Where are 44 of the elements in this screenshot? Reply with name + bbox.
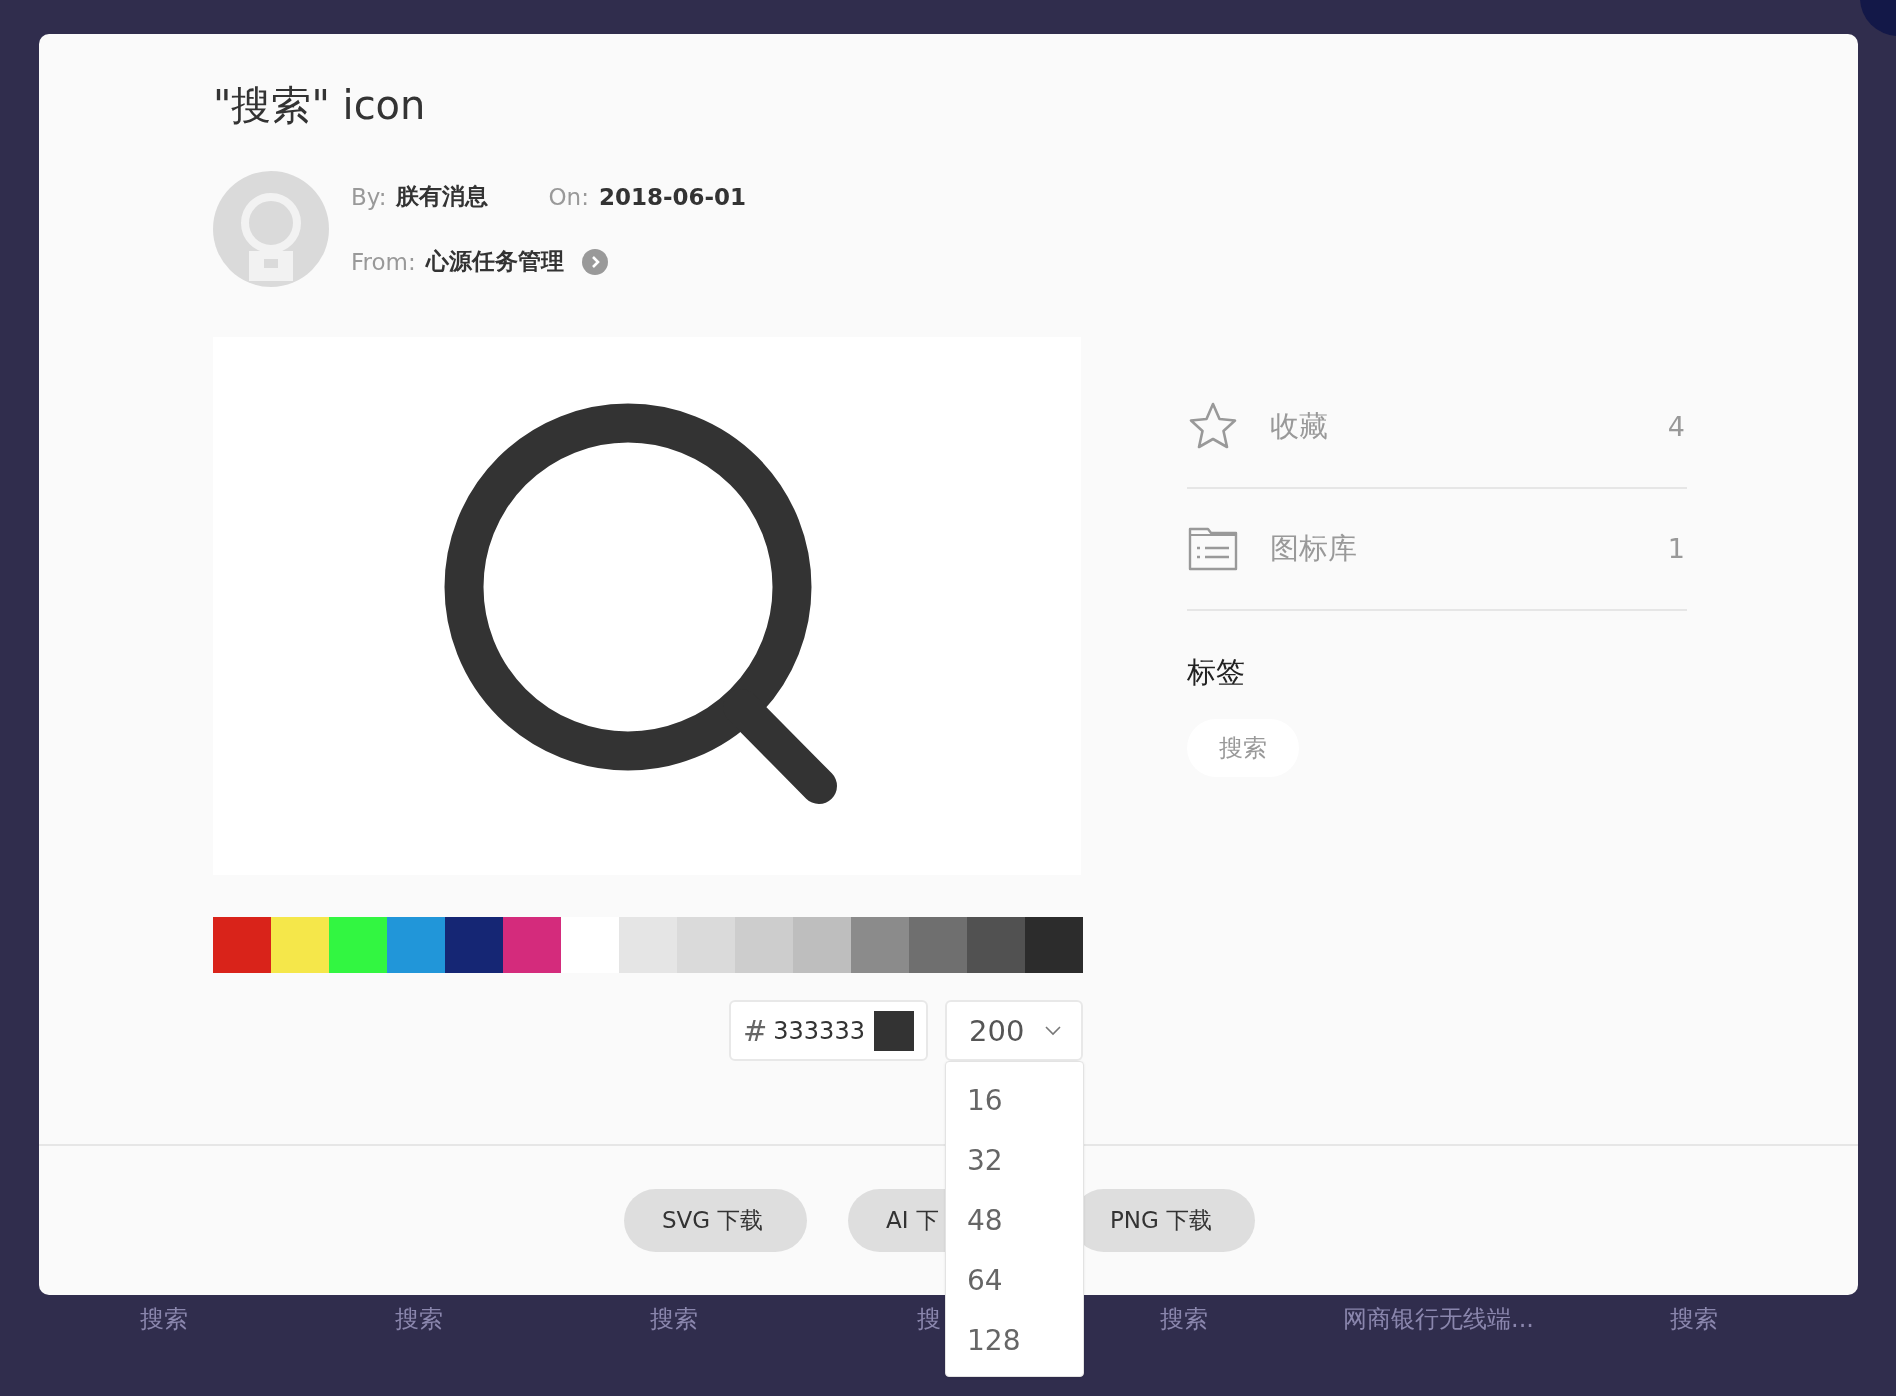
size-option[interactable]: 16 [946,1070,1083,1130]
chevron-right-icon[interactable] [581,248,608,275]
stat-count: 1 [1667,533,1685,564]
background-icon-label: 搜索 [1158,1304,1209,1335]
magnifier-icon [444,403,837,804]
color-swatch[interactable] [271,917,329,973]
size-option[interactable]: 128 [946,1310,1083,1370]
color-swatch[interactable] [909,917,967,973]
background-icon-label: 搜 [915,1304,942,1335]
color-swatch[interactable] [851,917,909,973]
background-icon-label: 搜索 [138,1304,189,1335]
background-icon-label: 搜索 [648,1304,699,1335]
color-swatch[interactable] [445,917,503,973]
color-swatch[interactable] [619,917,677,973]
by-label: By: [351,183,387,210]
color-swatch[interactable] [561,917,619,973]
stat-label: 图标库 [1270,530,1358,567]
stat-label: 收藏 [1270,408,1329,445]
color-input-field[interactable]: # 333333 [729,1000,928,1061]
date-value: 2018-06-01 [598,183,747,210]
chevron-down-icon [1045,1025,1061,1036]
download-button[interactable]: SVG 下载 [624,1189,807,1252]
color-swatch[interactable] [793,917,851,973]
background-icon-label: 搜索 [393,1304,444,1335]
color-swatch[interactable] [503,917,561,973]
stat-count: 4 [1667,411,1685,442]
color-swatch[interactable] [387,917,445,973]
background-icon-label: 搜索 [1668,1304,1719,1335]
from-label: From: [351,248,416,275]
page-title: "搜索" icon [213,81,427,129]
author-name: 朕有消息 [396,182,489,211]
size-select[interactable]: 200 [945,1000,1083,1061]
color-swatch[interactable] [213,917,271,973]
background-icon-label: 网商银行无线端... [1342,1304,1535,1335]
tags-heading: 标签 [1187,654,1246,691]
color-swatch[interactable] [735,917,793,973]
date-label: On: [548,183,589,210]
color-swatch[interactable] [677,917,735,973]
color-swatch[interactable] [1025,917,1083,973]
color-swatch[interactable] [329,917,387,973]
library-name: 心源任务管理 [425,247,564,276]
color-swatch[interactable] [967,917,1025,973]
size-option[interactable]: 64 [946,1250,1083,1310]
size-option[interactable]: 32 [946,1130,1083,1190]
